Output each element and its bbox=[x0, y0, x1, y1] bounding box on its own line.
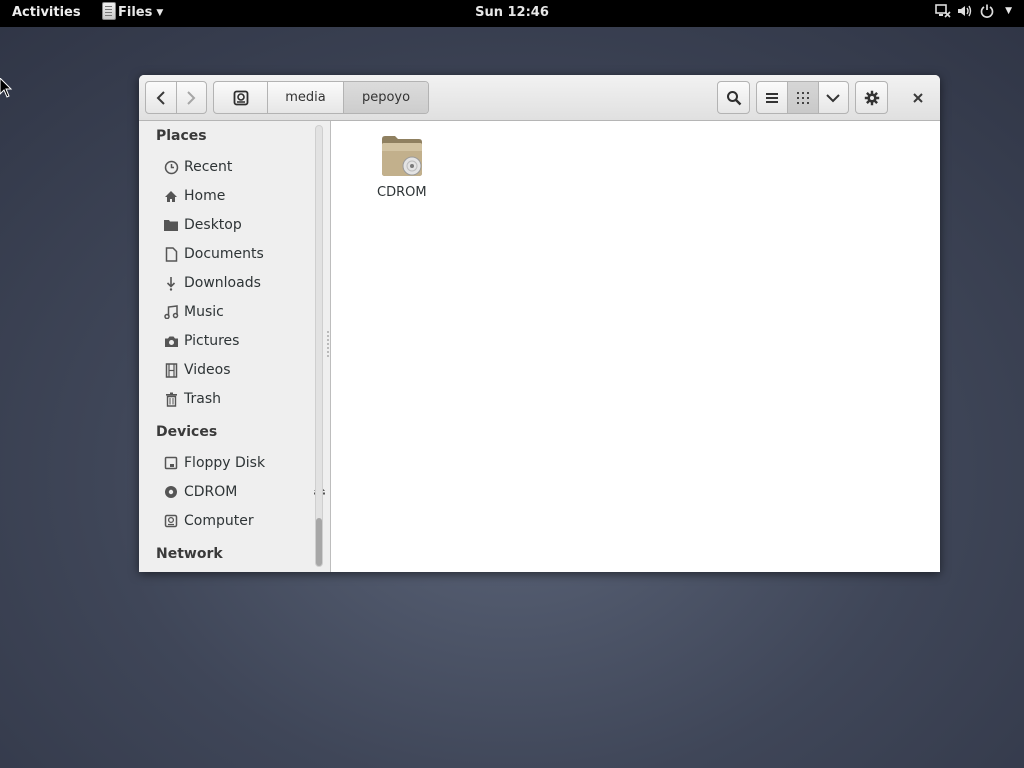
disc-icon bbox=[163, 484, 179, 500]
sidebar-item-label: Trash bbox=[184, 391, 221, 407]
trash-icon bbox=[163, 391, 179, 407]
pane-resize-handle[interactable] bbox=[327, 331, 329, 357]
search-icon bbox=[726, 90, 741, 105]
back-button[interactable] bbox=[146, 82, 176, 113]
grid-view-icon bbox=[796, 91, 809, 104]
places-heading: Places bbox=[156, 128, 207, 144]
view-switcher bbox=[756, 81, 849, 114]
sidebar-item-desktop[interactable]: Desktop bbox=[163, 213, 313, 237]
sidebar-item-label: Documents bbox=[184, 246, 264, 262]
view-options-button[interactable] bbox=[817, 82, 848, 113]
music-icon bbox=[163, 304, 179, 320]
path-segment-media[interactable]: media bbox=[267, 82, 343, 113]
settings-button[interactable] bbox=[855, 81, 888, 114]
clock-icon bbox=[163, 159, 179, 175]
sidebar-item-label: Pictures bbox=[184, 333, 240, 349]
sidebar-item-recent[interactable]: Recent bbox=[163, 155, 313, 179]
sidebar-item-videos[interactable]: Videos bbox=[163, 358, 313, 382]
floppy-icon bbox=[163, 455, 179, 471]
gear-icon bbox=[864, 90, 879, 105]
sidebar-item-pictures[interactable]: Pictures bbox=[163, 329, 313, 353]
drive-icon bbox=[233, 90, 248, 105]
sidebar-item-computer[interactable]: Computer bbox=[163, 509, 313, 533]
camera-icon bbox=[163, 333, 179, 349]
sidebar: Places Recent Home Desktop Documents Dow… bbox=[139, 121, 331, 572]
chevron-left-icon bbox=[156, 90, 165, 105]
network-icon[interactable] bbox=[935, 4, 951, 18]
close-button[interactable] bbox=[903, 81, 933, 114]
file-item[interactable]: CDROM bbox=[377, 133, 427, 200]
network-heading: Network bbox=[156, 546, 223, 562]
power-icon[interactable] bbox=[979, 4, 995, 18]
sidebar-item-label: Computer bbox=[184, 513, 254, 529]
sidebar-item-label: Home bbox=[184, 188, 226, 204]
cdrom-folder-icon bbox=[381, 136, 422, 176]
sidebar-item-label: Floppy Disk bbox=[184, 455, 266, 471]
sidebar-item-documents[interactable]: Documents bbox=[163, 242, 313, 266]
scrollbar-thumb[interactable] bbox=[316, 518, 322, 566]
chevron-right-icon bbox=[187, 90, 196, 105]
caret-down-icon[interactable]: ▼ bbox=[1005, 6, 1012, 16]
chevron-down-icon bbox=[826, 93, 841, 102]
sidebar-item-cdrom[interactable]: CDROM bbox=[163, 480, 325, 504]
forward-button[interactable] bbox=[175, 82, 207, 113]
sidebar-item-label: Music bbox=[184, 304, 224, 320]
file-view[interactable]: CDROM bbox=[331, 121, 940, 572]
mouse-pointer-icon bbox=[0, 78, 13, 98]
system-tray[interactable]: ▼ bbox=[935, 4, 1012, 18]
header-bar: media pepoyo bbox=[139, 75, 940, 121]
grid-view-button[interactable] bbox=[787, 82, 818, 113]
path-segment-current[interactable]: pepoyo bbox=[343, 82, 428, 113]
close-icon bbox=[913, 92, 923, 103]
sidebar-item-label: Downloads bbox=[184, 275, 261, 291]
sidebar-item-label: CDROM bbox=[184, 484, 238, 500]
path-bar: media pepoyo bbox=[213, 81, 429, 114]
volume-icon[interactable] bbox=[957, 4, 973, 18]
file-name: CDROM bbox=[377, 185, 427, 200]
folder-icon bbox=[163, 217, 179, 233]
sidebar-item-label: Desktop bbox=[184, 217, 242, 233]
search-button[interactable] bbox=[717, 81, 750, 114]
sidebar-item-label: Recent bbox=[184, 159, 233, 175]
sidebar-item-floppy-disk[interactable]: Floppy Disk bbox=[163, 451, 313, 475]
film-icon bbox=[163, 362, 179, 378]
clock[interactable]: Sun 12:46 bbox=[0, 5, 1024, 20]
sidebar-scrollbar[interactable] bbox=[315, 125, 323, 567]
sidebar-item-music[interactable]: Music bbox=[163, 300, 313, 324]
home-icon bbox=[163, 188, 179, 204]
sidebar-item-downloads[interactable]: Downloads bbox=[163, 271, 313, 295]
sidebar-item-trash[interactable]: Trash bbox=[163, 387, 313, 411]
files-window: media pepoyo Places Recent Home Desktop … bbox=[139, 75, 940, 572]
devices-heading: Devices bbox=[156, 424, 218, 440]
list-view-icon bbox=[766, 92, 779, 103]
list-view-button[interactable] bbox=[757, 82, 787, 113]
sidebar-item-home[interactable]: Home bbox=[163, 184, 313, 208]
download-icon bbox=[163, 275, 179, 291]
top-bar: Activities Files ▼ Sun 12:46 ▼ bbox=[0, 0, 1024, 27]
sidebar-item-label: Videos bbox=[184, 362, 231, 378]
drive-icon bbox=[163, 513, 179, 529]
document-icon bbox=[163, 246, 179, 262]
navigation-buttons bbox=[145, 81, 207, 114]
path-root-button[interactable] bbox=[214, 82, 267, 113]
